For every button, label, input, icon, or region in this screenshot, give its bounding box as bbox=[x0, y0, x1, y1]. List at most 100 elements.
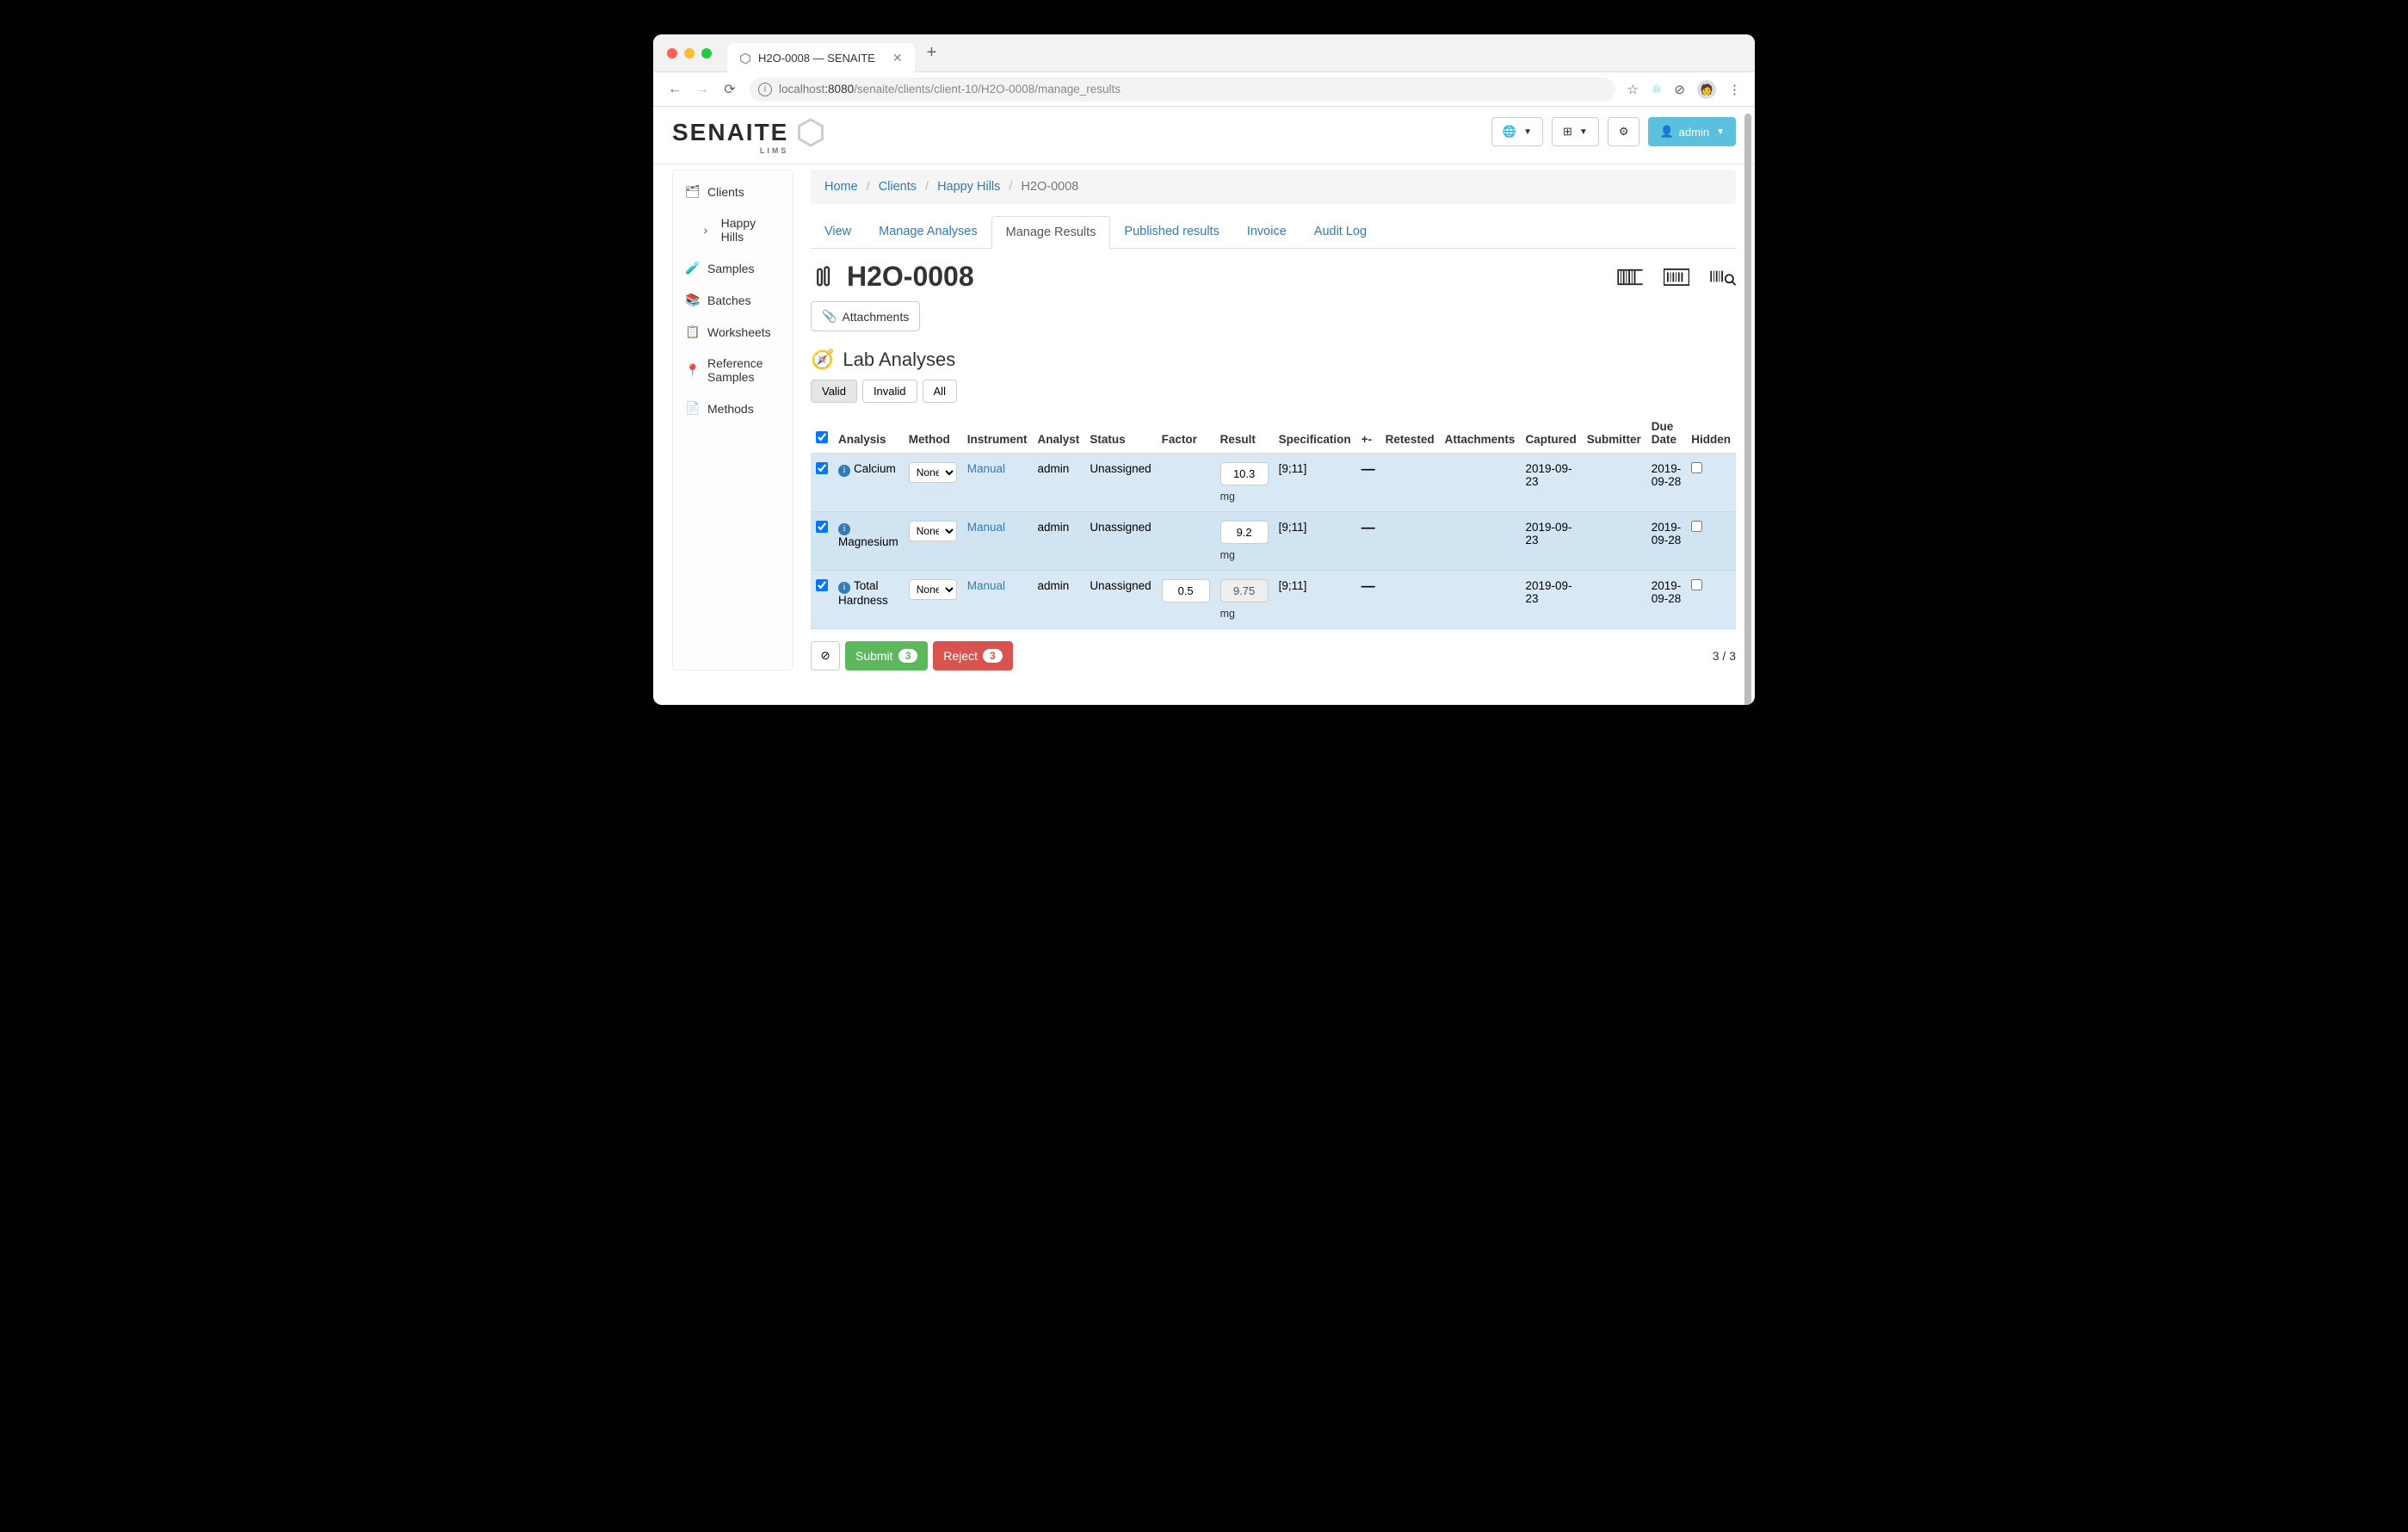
close-window-button[interactable] bbox=[667, 48, 677, 59]
sidebar-item-happy-hills[interactable]: ›Happy Hills bbox=[673, 207, 793, 252]
sidebar-item-batches[interactable]: 📚Batches bbox=[673, 284, 793, 316]
table-row: iMagnesium None Manual admin Unassigned … bbox=[811, 512, 1736, 571]
cell-due-date: 2019-09-28 bbox=[1646, 571, 1687, 629]
bookmark-icon[interactable]: ☆ bbox=[1627, 82, 1639, 97]
breadcrumb-home[interactable]: Home bbox=[824, 180, 858, 194]
row-checkbox[interactable] bbox=[816, 521, 828, 533]
user-label: admin bbox=[1679, 126, 1709, 139]
back-button[interactable]: ← bbox=[667, 82, 682, 97]
info-icon[interactable]: i bbox=[838, 465, 850, 477]
maximize-window-button[interactable] bbox=[701, 48, 712, 59]
filter-invalid[interactable]: Invalid bbox=[862, 380, 917, 403]
reject-button[interactable]: Reject3 bbox=[933, 641, 1012, 670]
sidebar-item-clients[interactable]: 🗂Clients bbox=[673, 176, 793, 207]
reload-button[interactable]: ⟳ bbox=[722, 82, 738, 97]
minimize-window-button[interactable] bbox=[684, 48, 695, 59]
col-factor: Factor bbox=[1157, 413, 1215, 454]
url-field[interactable]: i localhost:8080/senaite/clients/client-… bbox=[750, 77, 1615, 102]
sidebar-item-reference-samples[interactable]: 📍Reference Samples bbox=[673, 348, 793, 392]
language-button[interactable]: 🌐▼ bbox=[1491, 117, 1543, 146]
info-icon[interactable]: i bbox=[838, 523, 850, 535]
close-tab-icon[interactable]: ✕ bbox=[892, 51, 903, 65]
address-card-icon: 🗂 bbox=[685, 184, 699, 199]
tab-invoice[interactable]: Invoice bbox=[1233, 216, 1300, 248]
filter-all[interactable]: All bbox=[923, 380, 957, 403]
cell-pm: — bbox=[1361, 579, 1375, 594]
result-input[interactable] bbox=[1220, 462, 1269, 485]
apps-button[interactable]: ⊞▼ bbox=[1552, 117, 1599, 146]
vertical-scrollbar[interactable] bbox=[1744, 114, 1751, 705]
new-tab-button[interactable]: + bbox=[927, 43, 937, 63]
menu-icon[interactable]: ⋮ bbox=[1728, 82, 1741, 97]
extension-icon[interactable]: ⊘ bbox=[1674, 82, 1685, 97]
cell-analyst: admin bbox=[1033, 571, 1085, 629]
info-icon[interactable]: i bbox=[838, 582, 850, 594]
sample-icon bbox=[811, 265, 835, 289]
clipboard-icon: 📋 bbox=[685, 324, 699, 339]
settings-button[interactable]: ⚙ bbox=[1608, 117, 1640, 146]
instrument-link[interactable]: Manual bbox=[967, 462, 1005, 475]
url-text: localhost:8080/senaite/clients/client-10… bbox=[779, 83, 1121, 96]
user-menu-button[interactable]: 👤 admin ▼ bbox=[1648, 117, 1736, 146]
row-checkbox[interactable] bbox=[816, 462, 828, 474]
select-all-checkbox[interactable] bbox=[816, 431, 828, 443]
attachments-button[interactable]: 📎Attachments bbox=[811, 301, 920, 331]
tab-manage-results[interactable]: Manage Results bbox=[991, 216, 1111, 249]
clear-selection-button[interactable]: ⊘ bbox=[811, 641, 840, 670]
compass-icon: 🧭 bbox=[811, 349, 834, 371]
breadcrumb-clients[interactable]: Clients bbox=[879, 180, 917, 194]
factor-input[interactable] bbox=[1162, 579, 1210, 602]
caret-down-icon: ▼ bbox=[1716, 127, 1725, 137]
globe-icon: 🌐 bbox=[1503, 125, 1516, 139]
traffic-lights bbox=[667, 48, 712, 59]
site-info-icon[interactable]: i bbox=[758, 83, 772, 96]
react-devtools-icon[interactable]: ⚛ bbox=[1651, 82, 1662, 97]
unit-label: mg bbox=[1220, 608, 1269, 620]
method-select[interactable]: None bbox=[909, 462, 957, 483]
app-header: SENAITE LIMS 🌐▼ ⊞▼ ⚙ 👤admin▼ bbox=[653, 107, 1755, 164]
result-input[interactable] bbox=[1220, 521, 1269, 544]
browser-tab[interactable]: H2O-0008 — SENAITE ✕ bbox=[727, 43, 915, 74]
method-select[interactable]: None bbox=[909, 521, 957, 541]
breadcrumb-happy-hills[interactable]: Happy Hills bbox=[937, 180, 1000, 194]
filter-valid[interactable]: Valid bbox=[811, 380, 857, 403]
tab-published-results[interactable]: Published results bbox=[1110, 216, 1232, 248]
cell-due-date: 2019-09-28 bbox=[1646, 512, 1687, 571]
col-specification: Specification bbox=[1274, 413, 1356, 454]
cell-captured: 2019-09-23 bbox=[1520, 512, 1581, 571]
sidebar-item-worksheets[interactable]: 📋Worksheets bbox=[673, 316, 793, 348]
sidebar-item-methods[interactable]: 📄Methods bbox=[673, 392, 793, 424]
logo-subtitle: LIMS bbox=[760, 146, 789, 155]
instrument-link[interactable]: Manual bbox=[967, 521, 1005, 534]
col-status: Status bbox=[1084, 413, 1156, 454]
row-checkbox[interactable] bbox=[816, 579, 828, 591]
unit-label: mg bbox=[1220, 491, 1269, 503]
barcode-search-icon[interactable] bbox=[1710, 268, 1736, 287]
col-analysis: Analysis bbox=[833, 413, 904, 454]
logo[interactable]: SENAITE LIMS bbox=[672, 117, 826, 148]
barcode-icon[interactable] bbox=[1617, 268, 1643, 287]
tab-audit-log[interactable]: Audit Log bbox=[1300, 216, 1380, 248]
submit-button[interactable]: Submit3 bbox=[845, 641, 928, 670]
user-icon: 👤 bbox=[1659, 125, 1673, 139]
cell-specification: [9;11] bbox=[1274, 454, 1356, 512]
barcode-actions bbox=[1617, 268, 1736, 287]
cell-status: Unassigned bbox=[1084, 512, 1156, 571]
tab-manage-analyses[interactable]: Manage Analyses bbox=[865, 216, 991, 248]
forward-button[interactable]: → bbox=[695, 82, 710, 97]
cell-analysis: Magnesium bbox=[838, 535, 898, 548]
browser-window: H2O-0008 — SENAITE ✕ + ← → ⟳ i localhost… bbox=[653, 34, 1755, 705]
hidden-checkbox[interactable] bbox=[1691, 579, 1702, 590]
app-body: 🗂Clients ›Happy Hills 🧪Samples 📚Batches … bbox=[653, 164, 1755, 705]
marker-icon: 📍 bbox=[685, 363, 699, 378]
method-select[interactable]: None bbox=[909, 579, 957, 600]
profile-avatar-icon[interactable]: 🧑 bbox=[1697, 80, 1716, 99]
tab-view[interactable]: View bbox=[811, 216, 865, 248]
hidden-checkbox[interactable] bbox=[1691, 462, 1702, 473]
instrument-link[interactable]: Manual bbox=[967, 579, 1005, 592]
caret-down-icon: ▼ bbox=[1579, 127, 1588, 137]
barcode-large-icon[interactable] bbox=[1664, 268, 1689, 287]
page-count: 3 / 3 bbox=[1713, 649, 1736, 663]
sidebar-item-samples[interactable]: 🧪Samples bbox=[673, 252, 793, 284]
hidden-checkbox[interactable] bbox=[1691, 521, 1702, 532]
